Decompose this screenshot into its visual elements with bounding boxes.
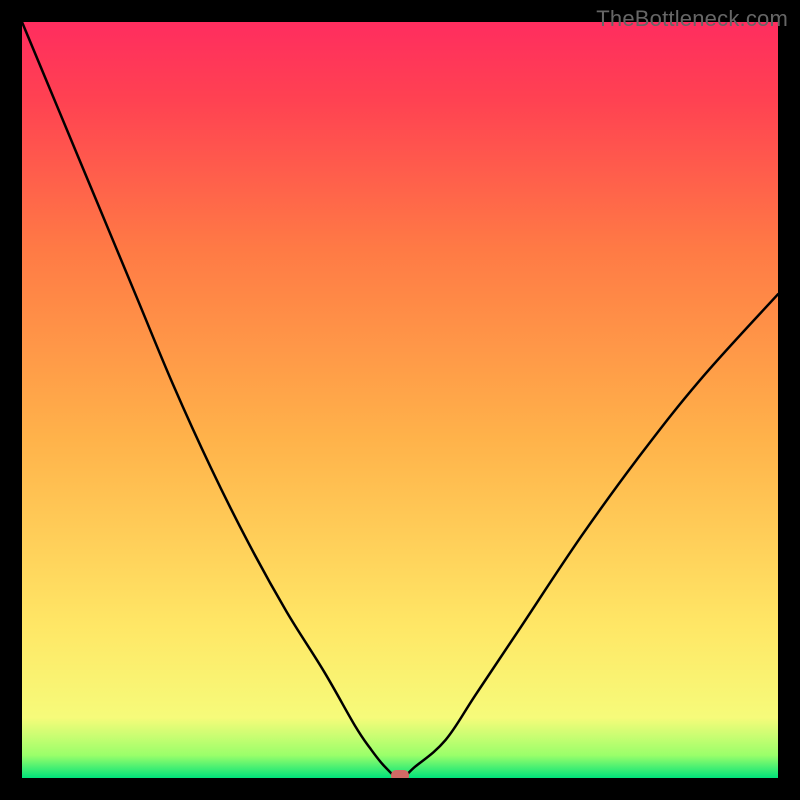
plot-area: [22, 22, 778, 778]
watermark-text: TheBottleneck.com: [596, 6, 788, 32]
optimal-marker: [391, 770, 409, 778]
chart-svg: [22, 22, 778, 778]
gradient-backdrop: [22, 22, 778, 778]
chart-frame: TheBottleneck.com: [0, 0, 800, 800]
